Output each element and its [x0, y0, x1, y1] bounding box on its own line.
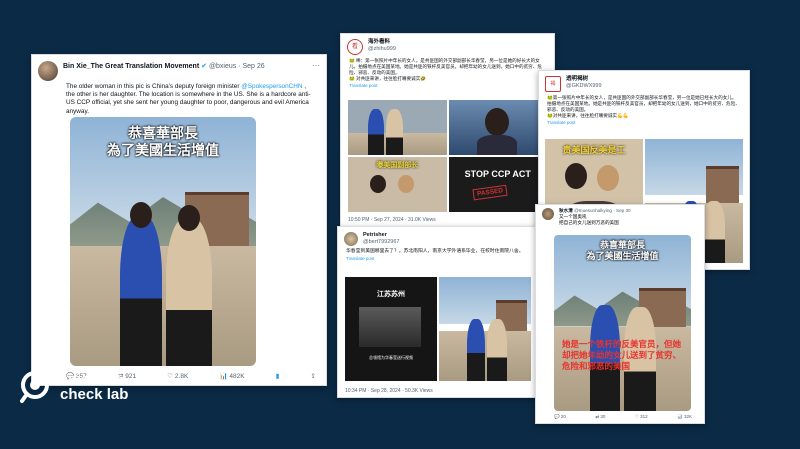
author-name[interactable]: 海外看料 [368, 39, 396, 46]
action-bar: 💬 20 ⇄ 30 ♡ 312 📊 32K [554, 414, 692, 420]
tweet-line-2: 把自己的女儿送到万恶的美国 [559, 220, 619, 225]
tweet-card-zhihu: 看 海外看料 @zhihu999 🐸 棒：第一张照片中年长的女人，是共匪国的外交… [340, 33, 555, 227]
person-daughter [120, 216, 162, 366]
avatar[interactable] [344, 232, 358, 246]
video-caption: 江苏苏州 [377, 291, 405, 298]
author-name[interactable]: Petrisher [363, 232, 399, 239]
tweet-card-petrisher: Petrisher @bert7992967 华春莹到美国哪里去了？。苏北南阳人… [337, 226, 539, 398]
media-photo[interactable] [439, 277, 531, 381]
tweet-text: 华春莹到美国哪里去了？。苏北南阳人，南京大学外语系毕业，在校时住南院八舍。 [346, 249, 524, 254]
author-handle: @GKDWX999 [566, 83, 602, 89]
person-mother [166, 218, 212, 366]
tweet-text: 🐸 棒：第一张照片中年长的女人，是共匪国的外交部副部长华春莹，另一位是她的好长大… [349, 58, 542, 81]
views-button[interactable]: 📊 32K [677, 414, 692, 420]
like-button[interactable]: ♡ 2.8K [167, 372, 188, 380]
avatar[interactable]: 褐 [545, 76, 561, 92]
timestamp: 10:34 PM · Sep 28, 2024 · 50.3K Views [345, 388, 433, 394]
translate-link[interactable]: Translate post [338, 256, 538, 261]
verified-icon: ✔ [201, 63, 207, 70]
grid-photo-1 [348, 100, 447, 155]
author-name[interactable]: 透明褐树 [566, 76, 602, 83]
image-grid[interactable]: 曝美国副部长 STOP CCP ACT PASSED [348, 100, 547, 212]
stop-ccp-text: STOP CCP ACT [464, 169, 531, 179]
author-handle: @Inuesunhalkying · Sep 30 [574, 208, 631, 213]
pair-photo-banner: 贵美国反美是工 [562, 145, 626, 155]
logo-line-2: check lab [60, 386, 129, 403]
logo-line-1: asia fact [60, 371, 121, 388]
more-icon[interactable]: ··· [312, 61, 320, 70]
tweet-text: 🐸第一张照片中年长的女人，是共匪国的外交部副部长华春莹，另一位是她已经长大的女儿… [547, 95, 740, 118]
grid-photo-4: STOP CCP ACT PASSED [448, 157, 547, 212]
passed-stamp: PASSED [471, 184, 508, 201]
reply-button[interactable]: 💬 20 [554, 414, 566, 420]
photo-caption: 恭喜華部長 為了美國生活增值 [107, 125, 219, 158]
tweet-photo[interactable]: 恭喜華部長 為了美國生活增值 她是一个铁杆的反美官员，但她却把她年幼的女儿送到了… [554, 235, 691, 411]
tweet-card-qiushuiqing: 秋水清 @Inuesunhalkying · Sep 30 又一个国奥吼 把自己… [535, 204, 705, 424]
author-handle: @zhihu999 [368, 46, 396, 52]
share-icon[interactable]: ⇪ [311, 372, 316, 380]
like-button[interactable]: ♡ 312 [635, 414, 648, 420]
bookmark-icon[interactable]: ▮ [276, 372, 280, 380]
asia-fact-check-lab-logo: asia fact check lab [18, 370, 128, 404]
timestamp: 10:50 PM · Sep 27, 2024 · 31.0K Views [348, 217, 436, 223]
translate-link[interactable]: Translate post [341, 83, 554, 88]
grid-photo-3: 曝美国副部长 [348, 157, 447, 212]
media-pair[interactable]: 江苏苏州 总领馆为华春莹送行视频 [345, 277, 531, 381]
author-name[interactable]: Bin Xie_The Great Translation Movement [63, 63, 199, 70]
translate-link[interactable]: Translate post [539, 120, 749, 125]
grid-photo-3-caption: 曝美国副部长 [376, 162, 419, 169]
avatar[interactable]: 看 [347, 39, 363, 55]
photo-caption: 恭喜華部長 為了美國生活增值 [586, 240, 659, 261]
avatar[interactable] [542, 208, 554, 220]
video-subtitle: 总领馆为华春莹送行视频 [369, 355, 413, 360]
tweet-text: The older woman in this pic is China's d… [66, 83, 311, 115]
video-thumbnail[interactable]: 江苏苏州 总领馆为华春莹送行视频 [345, 277, 437, 381]
mention-link[interactable]: @SpokespersonCHN [241, 83, 302, 90]
author-name[interactable]: 秋水清 [559, 208, 573, 213]
retweet-button[interactable]: ⇄ 30 [595, 414, 605, 420]
views-button[interactable]: 📊 482K [219, 372, 244, 380]
author-handle: @bert7992967 [363, 239, 400, 245]
grid-photo-2 [448, 100, 547, 155]
magnifier-logo-icon [20, 371, 49, 403]
avatar[interactable] [38, 61, 58, 81]
tweet-card-bxie: Bin Xie_The Great Translation Movement ✔… [31, 54, 327, 386]
author-handle: @bxieus · Sep 26 [208, 63, 265, 70]
overlay-red-text: 她是一个铁杆的反美官员，但她却把她年幼的女儿送到了贫穷、危险和邪恶的美国 [562, 339, 682, 372]
tweet-photo[interactable]: 恭喜華部長 為了美國生活增值 [70, 117, 256, 366]
